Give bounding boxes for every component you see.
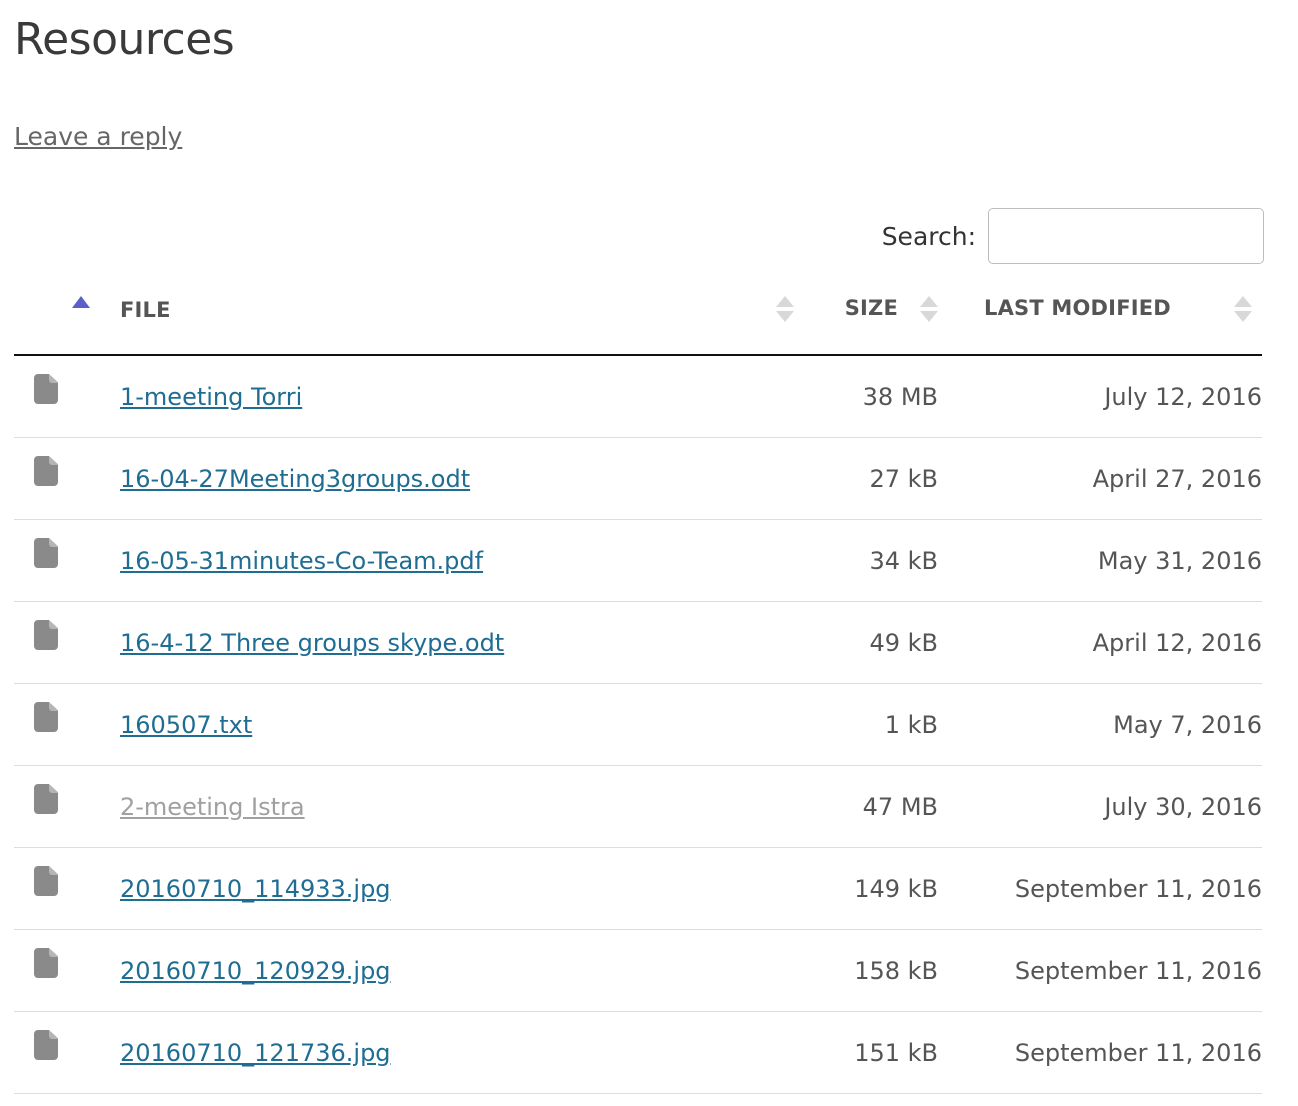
last-modified-column-header[interactable]: LAST MODIFIED xyxy=(938,266,1262,356)
file-link[interactable]: 2-meeting Istra xyxy=(120,793,305,821)
last-modified-cell: April 27, 2016 xyxy=(938,437,1262,520)
table-row: 20160710_120929.jpg 158 kB September 11, 2… xyxy=(14,929,1262,1012)
file-link[interactable]: 1-meeting Torri xyxy=(120,383,302,411)
file-size-cell: 38 MB xyxy=(794,355,938,438)
icon-cell xyxy=(14,847,120,930)
file-link[interactable]: 20160710_114933.jpg xyxy=(120,875,391,903)
file-name-cell: 16-04-27Meeting3groups.odt xyxy=(120,437,794,520)
file-name-cell: 160507.txt xyxy=(120,683,794,766)
document-icon xyxy=(34,1030,58,1060)
last-modified-cell: May 31, 2016 xyxy=(938,519,1262,602)
icon-cell xyxy=(14,601,120,684)
table-body: 1-meeting Torri 38 MB July 12, 2016 16-04-2… xyxy=(14,355,1262,1094)
last-modified-cell: April 12, 2016 xyxy=(938,601,1262,684)
document-icon xyxy=(34,620,58,650)
last-modified-cell: September 11, 2016 xyxy=(938,847,1262,930)
file-link[interactable]: 16-4-12 Three groups skype.odt xyxy=(120,629,504,657)
file-name-cell: 20160710_120929.jpg xyxy=(120,929,794,1012)
size-column-label: SIZE xyxy=(844,296,898,320)
file-size-cell: 49 kB xyxy=(794,601,938,684)
sort-unsorted-icon xyxy=(776,296,794,326)
file-size-cell: 1 kB xyxy=(794,683,938,766)
document-icon xyxy=(34,374,58,404)
icon-column-header[interactable] xyxy=(14,266,120,356)
table-row: 16-05-31minutes-Co-Team.pdf 34 kB May 31, … xyxy=(14,519,1262,602)
file-size-cell: 47 MB xyxy=(794,765,938,848)
file-name-cell: 2-meeting Istra xyxy=(120,765,794,848)
file-link[interactable]: 20160710_121736.jpg xyxy=(120,1039,391,1067)
document-icon xyxy=(34,784,58,814)
document-icon xyxy=(34,866,58,896)
table-row: 2-meeting Istra 47 MB July 30, 2016 xyxy=(14,765,1262,848)
document-icon xyxy=(34,702,58,732)
file-size-cell: 149 kB xyxy=(794,847,938,930)
table-row: 16-4-12 Three groups skype.odt 49 kB April… xyxy=(14,601,1262,684)
file-size-cell: 151 kB xyxy=(794,1011,938,1094)
file-link[interactable]: 160507.txt xyxy=(120,711,252,739)
file-link[interactable]: 16-04-27Meeting3groups.odt xyxy=(120,465,470,493)
table-header: FILE SIZE LAST MODIFIED xyxy=(14,266,1262,356)
file-column-header[interactable]: FILE xyxy=(120,266,794,356)
sort-unsorted-icon xyxy=(920,296,938,326)
files-table: FILE SIZE LAST MODIFIED 1-meeting Torri 3… xyxy=(14,266,1262,1094)
header-row: FILE SIZE LAST MODIFIED xyxy=(14,266,1262,356)
page-title: Resources xyxy=(14,14,235,65)
file-name-cell: 20160710_121736.jpg xyxy=(120,1011,794,1094)
file-link[interactable]: 16-05-31minutes-Co-Team.pdf xyxy=(120,547,483,575)
file-link[interactable]: 20160710_120929.jpg xyxy=(120,957,391,985)
table-row: 16-04-27Meeting3groups.odt 27 kB April 27,… xyxy=(14,437,1262,520)
file-name-cell: 1-meeting Torri xyxy=(120,355,794,438)
file-size-cell: 27 kB xyxy=(794,437,938,520)
last-modified-cell: September 11, 2016 xyxy=(938,1011,1262,1094)
last-modified-cell: July 12, 2016 xyxy=(938,355,1262,438)
icon-cell xyxy=(14,1011,120,1094)
file-size-cell: 34 kB xyxy=(794,519,938,602)
table-row: 20160710_114933.jpg 149 kB September 11, 2… xyxy=(14,847,1262,930)
last-modified-column-label: LAST MODIFIED xyxy=(984,296,1171,320)
last-modified-cell: May 7, 2016 xyxy=(938,683,1262,766)
file-name-cell: 20160710_114933.jpg xyxy=(120,847,794,930)
size-column-header[interactable]: SIZE xyxy=(794,266,938,356)
document-icon xyxy=(34,538,58,568)
icon-cell xyxy=(14,355,120,438)
icon-cell xyxy=(14,929,120,1012)
table-row: 160507.txt 1 kB May 7, 2016 xyxy=(14,683,1262,766)
sort-unsorted-icon xyxy=(1234,296,1252,326)
sort-ascending-icon xyxy=(72,296,90,308)
file-size-cell: 158 kB xyxy=(794,929,938,1012)
icon-cell xyxy=(14,683,120,766)
search-label: Search: xyxy=(881,221,976,251)
icon-cell xyxy=(14,765,120,848)
search-input[interactable] xyxy=(988,208,1264,264)
file-name-cell: 16-05-31minutes-Co-Team.pdf xyxy=(120,519,794,602)
leave-reply-link[interactable]: Leave a reply xyxy=(14,120,182,154)
table-row: 20160710_121736.jpg 151 kB September 11, 2… xyxy=(14,1011,1262,1094)
last-modified-cell: September 11, 2016 xyxy=(938,929,1262,1012)
icon-cell xyxy=(14,519,120,602)
search-bar: Search: xyxy=(882,208,1264,264)
last-modified-cell: July 30, 2016 xyxy=(938,765,1262,848)
icon-cell xyxy=(14,437,120,520)
file-name-cell: 16-4-12 Three groups skype.odt xyxy=(120,601,794,684)
file-column-label: FILE xyxy=(120,298,171,322)
table-row: 1-meeting Torri 38 MB July 12, 2016 xyxy=(14,355,1262,438)
document-icon xyxy=(34,948,58,978)
document-icon xyxy=(34,456,58,486)
